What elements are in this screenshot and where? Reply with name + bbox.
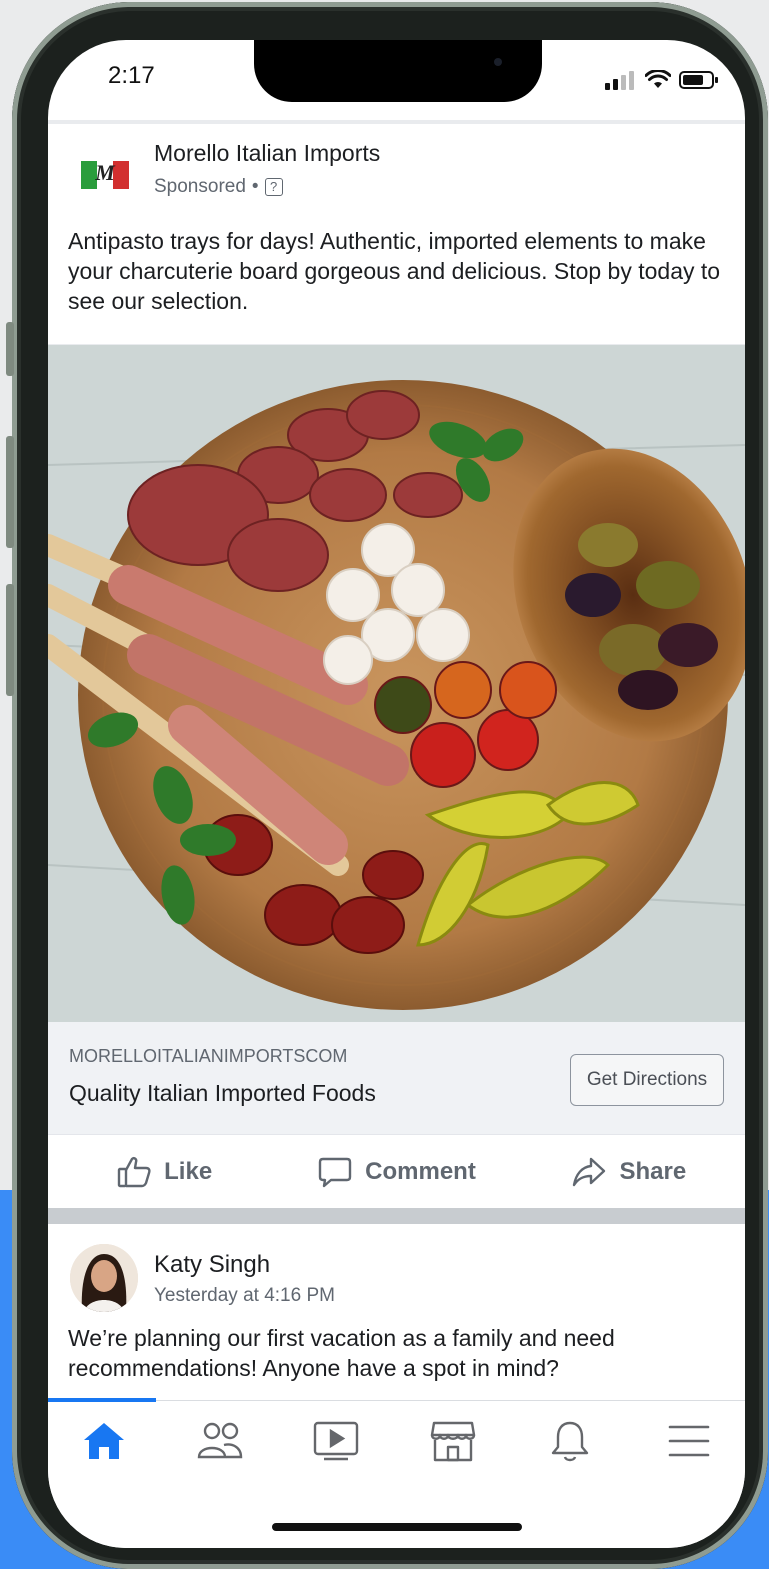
thumbs-up-icon: [117, 1156, 151, 1187]
status-time: 2:17: [108, 62, 155, 89]
tab-menu[interactable]: [654, 1413, 724, 1469]
avatar[interactable]: [70, 1244, 138, 1312]
status-icons: [605, 70, 719, 90]
comment-button[interactable]: Comment: [280, 1154, 512, 1190]
notch: [254, 40, 542, 102]
post-actions: Like Comment Share: [48, 1134, 745, 1208]
get-directions-button[interactable]: Get Directions: [570, 1054, 724, 1106]
sponsored-meta: Sponsored • ?: [154, 176, 283, 198]
post-text: We’re planning our first vacation as a f…: [68, 1325, 615, 1381]
ad-info-icon[interactable]: ?: [264, 178, 283, 196]
tab-marketplace[interactable]: [418, 1413, 488, 1469]
volume-down-button: [6, 584, 14, 696]
sponsored-post: M Morello Italian Imports Sponsored • ? …: [48, 124, 745, 344]
phone-screen: 2:17 M Morello Italian Imports Sponsored…: [48, 40, 745, 1548]
like-label: Like: [164, 1157, 213, 1185]
mute-switch: [6, 322, 14, 376]
share-label: Share: [619, 1157, 687, 1185]
post-divider: [48, 1208, 745, 1224]
friend-post: Katy Singh Yesterday at 4:16 PM We’re pl…: [48, 1224, 745, 1400]
post-image[interactable]: [48, 345, 745, 1022]
home-icon: [84, 1423, 124, 1459]
bottom-tab-bar: [48, 1398, 745, 1548]
post-timestamp[interactable]: Yesterday at 4:16 PM: [154, 1285, 335, 1307]
share-button[interactable]: Share: [513, 1154, 745, 1190]
page-logo[interactable]: M: [81, 160, 129, 189]
watch-icon: [313, 1421, 359, 1461]
friends-icon: [197, 1422, 243, 1459]
post-header: M Morello Italian Imports Sponsored • ?: [48, 124, 745, 214]
notifications-icon: [551, 1421, 589, 1462]
comment-icon: [318, 1157, 352, 1187]
menu-icon: [668, 1425, 710, 1457]
link-title: Quality Italian Imported Foods: [69, 1080, 376, 1106]
post-text: Antipasto trays for days! Authentic, imp…: [68, 228, 721, 314]
logo-letter: M: [95, 160, 115, 185]
tab-watch[interactable]: [301, 1413, 371, 1469]
post-author[interactable]: Katy Singh: [154, 1251, 270, 1279]
wifi-icon: [645, 70, 671, 88]
link-domain: MORELLOITALIANIMPORTSCOM: [69, 1046, 348, 1066]
battery-icon: [679, 71, 718, 89]
tab-friends[interactable]: [185, 1413, 255, 1469]
antipasto-board-image: [48, 345, 745, 1022]
comment-label: Comment: [365, 1157, 476, 1185]
page-name[interactable]: Morello Italian Imports: [154, 140, 380, 167]
link-preview[interactable]: MORELLOITALIANIMPORTSCOM Quality Italian…: [48, 1022, 745, 1134]
home-indicator[interactable]: [272, 1523, 522, 1531]
marketplace-icon: [430, 1421, 476, 1462]
volume-up-button: [6, 436, 14, 548]
meta-separator: •: [251, 176, 259, 197]
tab-home[interactable]: [69, 1413, 139, 1469]
share-icon: [573, 1157, 606, 1186]
tab-notifications[interactable]: [535, 1413, 605, 1469]
sponsored-label: Sponsored: [154, 176, 246, 197]
like-button[interactable]: Like: [48, 1154, 280, 1190]
camera-dot: [494, 58, 502, 66]
signal-icon: [605, 71, 634, 90]
active-tab-indicator: [48, 1398, 156, 1402]
